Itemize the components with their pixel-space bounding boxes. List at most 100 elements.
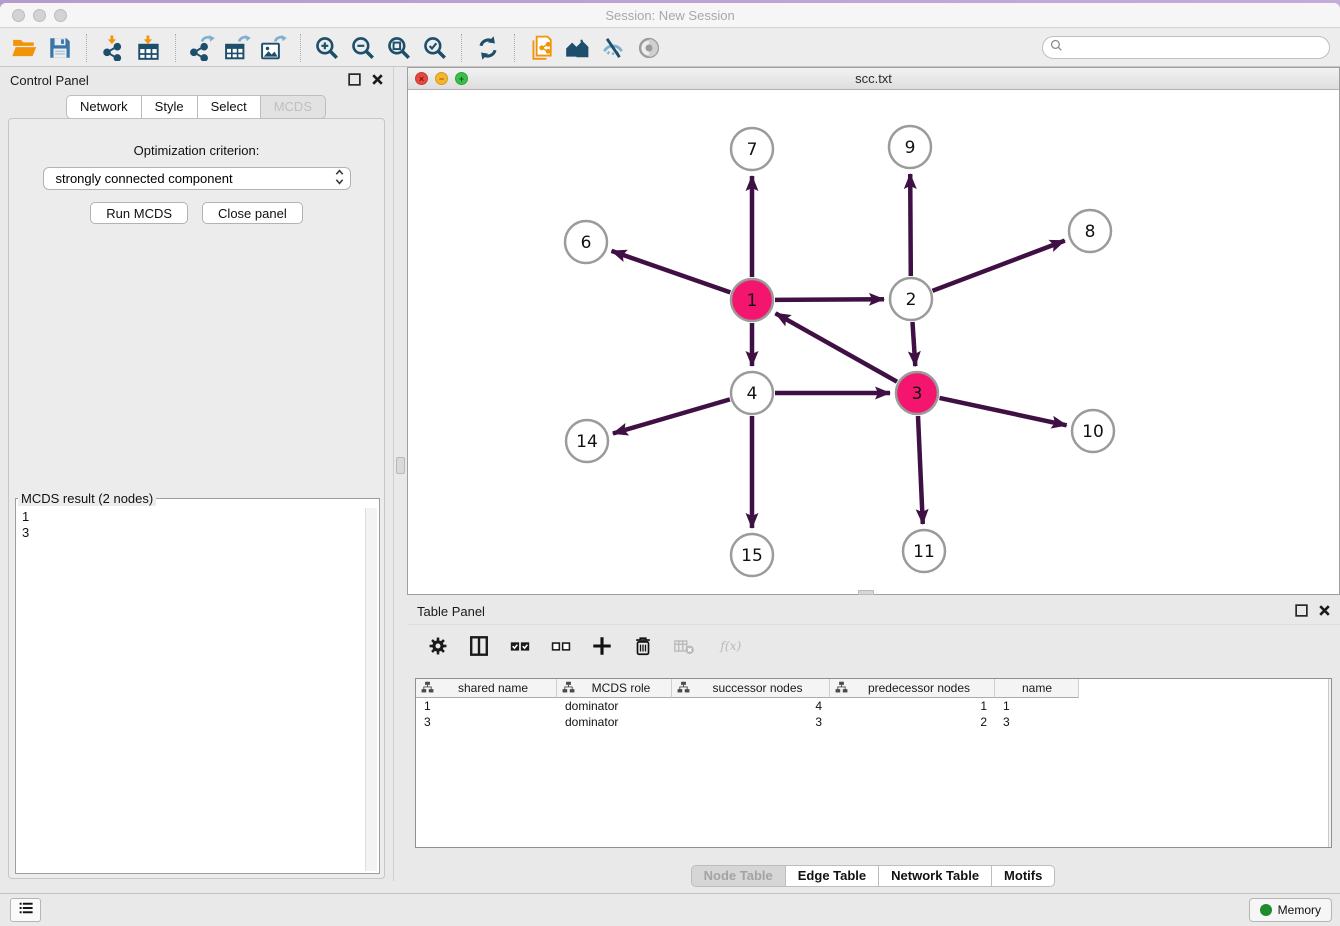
delete-icon[interactable] bbox=[630, 633, 656, 659]
network-canvas[interactable]: 7 9 6 8 1 2 4 3 14 10 15 11 bbox=[408, 90, 1339, 594]
node-6[interactable]: 6 bbox=[565, 221, 607, 263]
mcds-panel: Optimization criterion: strongly connect… bbox=[8, 118, 385, 879]
close-panel-button[interactable]: Close panel bbox=[202, 202, 303, 224]
criterion-select[interactable]: strongly connected component bbox=[43, 167, 351, 190]
status-bar: Memory bbox=[0, 893, 1340, 926]
tab-select[interactable]: Select bbox=[197, 95, 261, 119]
select-all-icon[interactable] bbox=[507, 633, 533, 659]
node-1[interactable]: 1 bbox=[731, 279, 773, 321]
node-label: 10 bbox=[1082, 422, 1104, 442]
task-history-button[interactable] bbox=[10, 898, 41, 922]
node-label: 9 bbox=[905, 138, 916, 158]
window-title: Session: New Session bbox=[0, 3, 1340, 28]
table-row[interactable]: 1dominator411 bbox=[416, 698, 1331, 714]
edge-1-2[interactable] bbox=[775, 299, 884, 300]
memory-button[interactable]: Memory bbox=[1249, 898, 1332, 922]
save-icon[interactable] bbox=[42, 33, 78, 63]
edge-3-11[interactable] bbox=[918, 416, 923, 524]
gear-icon[interactable] bbox=[425, 633, 451, 659]
column-header-successor-nodes[interactable]: successor nodes bbox=[672, 679, 830, 698]
mcds-result-node: 3 bbox=[16, 525, 379, 541]
tab-style[interactable]: Style bbox=[141, 95, 198, 119]
node-15[interactable]: 15 bbox=[731, 534, 773, 576]
table-tab-network-table[interactable]: Network Table bbox=[878, 865, 992, 887]
table-scrollbar[interactable] bbox=[1328, 679, 1331, 847]
edge-2-3[interactable] bbox=[913, 322, 916, 366]
network-resize-grip[interactable] bbox=[858, 590, 874, 595]
node-2[interactable]: 2 bbox=[890, 278, 932, 320]
node-11[interactable]: 11 bbox=[903, 530, 945, 572]
close-table-panel-icon[interactable] bbox=[1317, 603, 1332, 618]
table-cell-shared-name: 3 bbox=[416, 714, 557, 730]
node-7[interactable]: 7 bbox=[731, 128, 773, 170]
open-folder-icon[interactable] bbox=[6, 33, 42, 63]
table-cell-predecessor-nodes: 1 bbox=[830, 698, 995, 714]
node-9[interactable]: 9 bbox=[889, 126, 931, 168]
node-14[interactable]: 14 bbox=[566, 420, 608, 462]
export-table-icon[interactable] bbox=[220, 33, 256, 63]
float-panel-icon[interactable] bbox=[347, 72, 362, 87]
refresh-layout-icon[interactable] bbox=[470, 33, 506, 63]
edge-3-1[interactable] bbox=[776, 313, 898, 381]
search-box[interactable] bbox=[1042, 36, 1330, 59]
home-network-icon[interactable] bbox=[559, 33, 595, 63]
column-header-predecessor-nodes[interactable]: predecessor nodes bbox=[830, 679, 995, 698]
node-8[interactable]: 8 bbox=[1069, 210, 1111, 252]
node-3[interactable]: 3 bbox=[896, 372, 938, 414]
zoom-in-icon[interactable] bbox=[309, 33, 345, 63]
network-close-button[interactable]: × bbox=[415, 72, 428, 85]
zoom-fit-icon[interactable] bbox=[381, 33, 417, 63]
edge-1-6[interactable] bbox=[612, 251, 731, 293]
float-table-panel-icon[interactable] bbox=[1294, 603, 1309, 618]
hide-eye-icon[interactable] bbox=[595, 33, 631, 63]
run-mcds-button[interactable]: Run MCDS bbox=[90, 202, 188, 224]
close-panel-icon[interactable] bbox=[370, 72, 385, 87]
tab-mcds[interactable]: MCDS bbox=[260, 95, 326, 119]
mcds-result-group: MCDS result (2 nodes) 13 bbox=[15, 491, 380, 874]
svg-text:f(x): f(x) bbox=[719, 638, 741, 652]
network-zoom-button[interactable]: + bbox=[455, 72, 468, 85]
network-minimize-button[interactable]: − bbox=[435, 72, 448, 85]
import-network-icon[interactable] bbox=[95, 33, 131, 63]
zoom-selected-icon[interactable] bbox=[417, 33, 453, 63]
add-icon[interactable] bbox=[589, 633, 615, 659]
edge-3-10[interactable] bbox=[940, 398, 1067, 425]
column-header-name[interactable]: name bbox=[995, 679, 1079, 698]
table-cell-name: 3 bbox=[995, 714, 1079, 730]
main-toolbar bbox=[0, 29, 1340, 67]
control-panel: Control Panel NetworkStyleSelectMCDS Opt… bbox=[0, 67, 394, 881]
close-button[interactable] bbox=[12, 9, 25, 22]
column-label: successor nodes bbox=[690, 681, 829, 695]
edge-2-9[interactable] bbox=[910, 174, 911, 276]
table-panel: Table Panel f(x) shared nameMCDS rolesuc… bbox=[407, 598, 1340, 891]
columns-icon[interactable] bbox=[466, 633, 492, 659]
toolbar-separator bbox=[461, 34, 462, 62]
table-row[interactable]: 3dominator323 bbox=[416, 714, 1331, 730]
edge-4-14[interactable] bbox=[613, 399, 730, 433]
node-10[interactable]: 10 bbox=[1072, 410, 1114, 452]
column-header-shared-name[interactable]: shared name bbox=[416, 679, 557, 698]
mcds-result-list[interactable]: 13 bbox=[16, 506, 379, 873]
export-network-icon[interactable] bbox=[184, 33, 220, 63]
export-image-icon[interactable] bbox=[256, 33, 292, 63]
node-4[interactable]: 4 bbox=[731, 372, 773, 414]
column-header-mcds-role[interactable]: MCDS role bbox=[557, 679, 672, 698]
search-input[interactable] bbox=[1065, 39, 1329, 57]
import-table-icon[interactable] bbox=[131, 33, 167, 63]
mcds-result-title: MCDS result (2 nodes) bbox=[18, 491, 156, 506]
column-label: name bbox=[1000, 681, 1078, 695]
zoom-out-icon[interactable] bbox=[345, 33, 381, 63]
tab-network[interactable]: Network bbox=[66, 95, 142, 119]
table-cell-predecessor-nodes: 2 bbox=[830, 714, 995, 730]
network-file-icon[interactable] bbox=[523, 33, 559, 63]
zoom-button[interactable] bbox=[54, 9, 67, 22]
table-tab-motifs[interactable]: Motifs bbox=[991, 865, 1055, 887]
table-tab-edge-table[interactable]: Edge Table bbox=[785, 865, 879, 887]
traffic-lights bbox=[12, 9, 67, 22]
panel-divider-grip[interactable] bbox=[396, 457, 405, 474]
result-scrollbar[interactable] bbox=[365, 508, 377, 871]
edge-2-8[interactable] bbox=[933, 241, 1065, 291]
table-tab-node-table[interactable]: Node Table bbox=[691, 865, 786, 887]
minimize-button[interactable] bbox=[33, 9, 46, 22]
deselect-all-icon[interactable] bbox=[548, 633, 574, 659]
